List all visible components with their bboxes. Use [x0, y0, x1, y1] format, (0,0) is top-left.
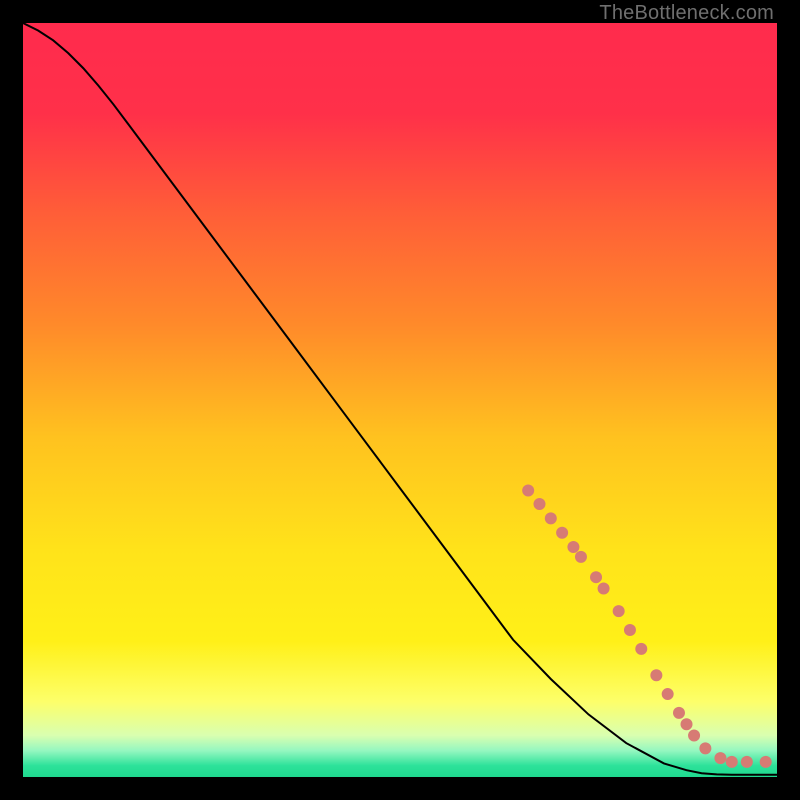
chart-frame: [23, 23, 777, 777]
marker-dot: [556, 527, 568, 539]
marker-dot: [613, 605, 625, 617]
marker-dot: [673, 707, 685, 719]
marker-dot: [662, 688, 674, 700]
marker-dot: [590, 571, 602, 583]
marker-dot: [567, 541, 579, 553]
marker-dot: [741, 756, 753, 768]
marker-dot: [533, 498, 545, 510]
marker-dot: [681, 718, 693, 730]
marker-dot: [522, 484, 534, 496]
marker-dot: [714, 752, 726, 764]
marker-dot: [726, 756, 738, 768]
marker-dot: [635, 643, 647, 655]
marker-dot: [699, 742, 711, 754]
marker-dot: [575, 551, 587, 563]
marker-dot: [545, 512, 557, 524]
marker-dot: [760, 756, 772, 768]
chart-svg: [23, 23, 777, 777]
marker-dot: [688, 730, 700, 742]
marker-dot: [598, 583, 610, 595]
marker-dot: [650, 669, 662, 681]
marker-dot: [624, 624, 636, 636]
watermark-text: TheBottleneck.com: [599, 2, 774, 25]
